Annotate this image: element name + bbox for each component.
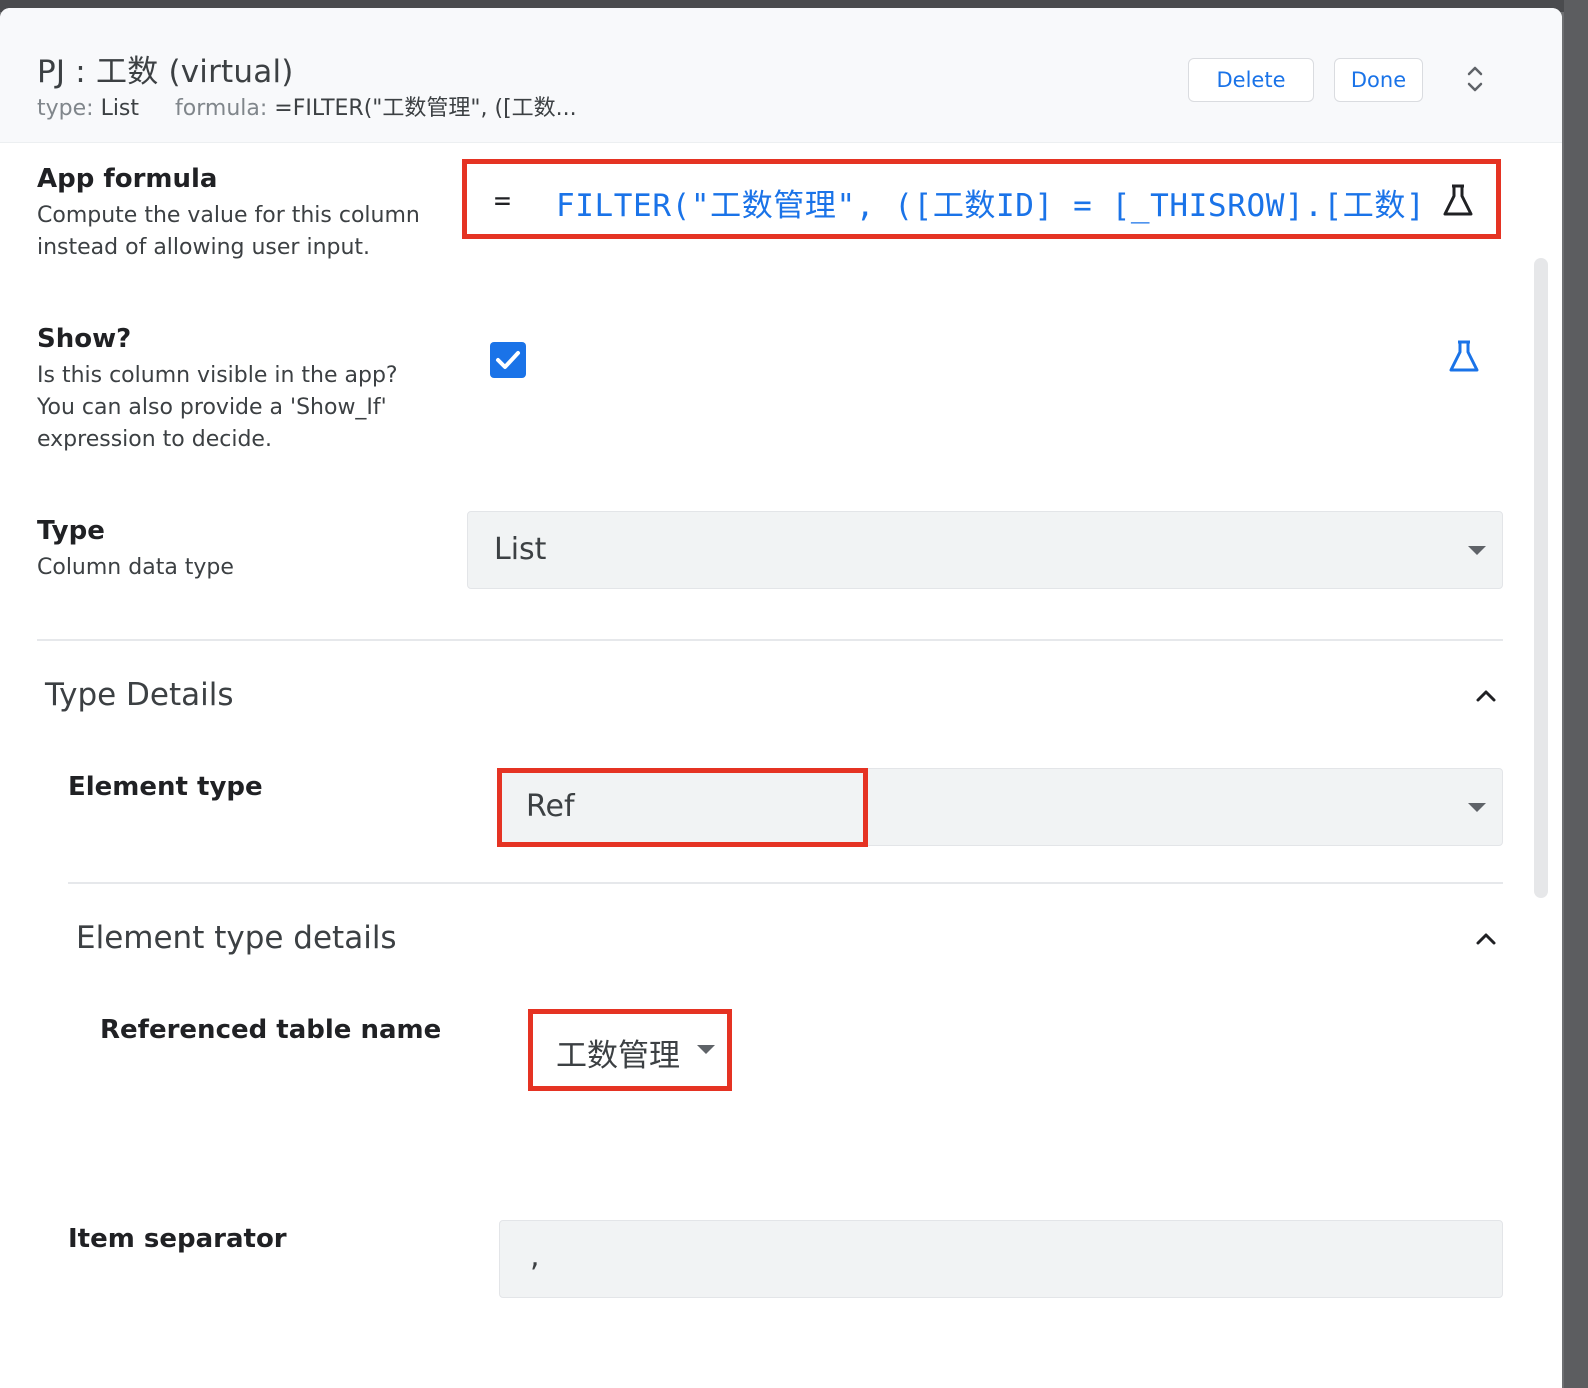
app-formula-title: App formula bbox=[37, 164, 218, 194]
type-select-value: List bbox=[494, 532, 547, 567]
referenced-table-highlight-box bbox=[528, 1009, 732, 1091]
show-desc-line2: You can also provide a 'Show_If' bbox=[37, 395, 387, 420]
delete-button[interactable]: Delete bbox=[1188, 58, 1314, 102]
type-description: Column data type bbox=[37, 555, 234, 580]
element-type-details-title: Element type details bbox=[76, 920, 397, 956]
app-formula-description: Compute the value for this column instea… bbox=[37, 200, 420, 264]
divider bbox=[68, 882, 1503, 884]
item-separator-value: , bbox=[530, 1239, 540, 1274]
show-title: Show? bbox=[37, 324, 132, 354]
show-if-flask-icon[interactable] bbox=[1446, 338, 1482, 374]
scrollbar[interactable] bbox=[1534, 258, 1548, 898]
formula-value: =FILTER("工数管理", ([工数... bbox=[274, 96, 577, 121]
element-type-label: Element type bbox=[68, 772, 263, 802]
backdrop-right-edge bbox=[1564, 0, 1588, 1388]
type-label: type: bbox=[37, 96, 94, 121]
item-separator-label: Item separator bbox=[68, 1224, 287, 1254]
done-button[interactable]: Done bbox=[1334, 58, 1423, 102]
app-formula-desc-line2: instead of allowing user input. bbox=[37, 235, 371, 260]
show-description: Is this column visible in the app? You c… bbox=[37, 360, 398, 456]
divider bbox=[37, 639, 1503, 641]
show-desc-line3: expression to decide. bbox=[37, 427, 272, 452]
type-select[interactable]: List bbox=[467, 511, 1503, 589]
element-type-dropdown-caret-icon bbox=[1468, 803, 1486, 812]
type-dropdown-caret-icon bbox=[1468, 546, 1486, 555]
item-separator-input[interactable]: , bbox=[499, 1220, 1503, 1298]
referenced-table-label: Referenced table name bbox=[100, 1015, 442, 1045]
show-checkbox[interactable] bbox=[490, 342, 526, 378]
page-title: PJ : 工数 (virtual) bbox=[37, 54, 294, 90]
formula-label: formula: bbox=[175, 96, 268, 121]
check-icon bbox=[496, 351, 520, 369]
dialog-header: PJ : 工数 (virtual) type: List formula: =F… bbox=[0, 8, 1562, 143]
type-value: List bbox=[100, 96, 140, 121]
type-details-title: Type Details bbox=[45, 677, 234, 713]
column-summary: type: List formula: =FILTER("工数管理", ([工数… bbox=[37, 90, 577, 122]
chevron-up-icon[interactable] bbox=[1475, 932, 1497, 946]
element-type-highlight-box bbox=[497, 768, 868, 847]
app-formula-desc-line1: Compute the value for this column bbox=[37, 203, 420, 228]
expand-collapse-icon[interactable] bbox=[1462, 64, 1488, 94]
column-editor-dialog: PJ : 工数 (virtual) type: List formula: =F… bbox=[0, 8, 1562, 1388]
chevron-up-icon[interactable] bbox=[1475, 689, 1497, 703]
type-title: Type bbox=[37, 516, 105, 546]
formula-highlight-box bbox=[462, 159, 1501, 239]
show-desc-line1: Is this column visible in the app? bbox=[37, 363, 398, 388]
